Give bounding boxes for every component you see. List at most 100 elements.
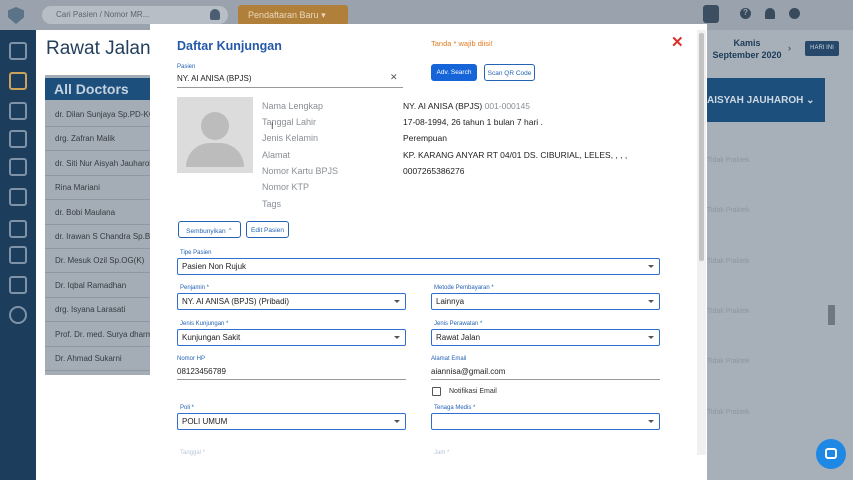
jenis-perawatan-label: Jenis Perawatan *	[434, 321, 483, 327]
bell-icon[interactable]	[765, 8, 775, 19]
sembunyikan-label: Sembunyikan	[186, 227, 226, 235]
nama-value: NY. AI ANISA (BPJS) 001-000145	[403, 101, 530, 111]
edit-pasien-button[interactable]: Edit Pasien	[246, 221, 289, 238]
chevron-down-icon	[648, 336, 654, 339]
monitor-icon[interactable]	[9, 130, 27, 148]
email-input[interactable]: aiannisa@gmail.com	[431, 367, 505, 376]
date-day: Kamis	[733, 38, 761, 48]
next-date-icon[interactable]: ›	[788, 43, 791, 53]
clipboard-icon[interactable]	[9, 276, 27, 294]
report-icon[interactable]	[9, 246, 27, 264]
jenis-kunjungan-select[interactable]: Kunjungan Sakit	[177, 329, 406, 346]
doctor-list-item[interactable]: dr. Siti Nur Aisyah Jauharoh	[45, 152, 150, 176]
tipe-pasien-value: Pasien Non Rujuk	[182, 262, 247, 271]
poli-select[interactable]: POLI UMUM	[177, 413, 406, 430]
doctor-list-item[interactable]: dr. Irawan S Chandra Sp.B	[45, 225, 150, 249]
penjamin-select[interactable]: NY. AI ANISA (BPJS) (Pribadi)	[177, 293, 406, 310]
patient-search-input[interactable]: Cari Pasien / Nomor MR...	[42, 6, 228, 24]
help-icon[interactable]: ?	[740, 8, 751, 19]
hari-ini-button[interactable]: HARI INI	[805, 41, 839, 56]
bpjs-value: 0007265386276	[403, 166, 465, 176]
jenis-kelamin-value: Perempuan	[403, 133, 447, 143]
doctor-list-item[interactable]: drg. Zafran Malik	[45, 127, 150, 152]
background-scroll-thumb[interactable]	[828, 305, 835, 325]
clear-pasien-icon[interactable]: ✕	[390, 72, 398, 83]
email-underline	[431, 379, 660, 380]
hp-input[interactable]: 08123456789	[177, 367, 226, 376]
chevron-down-icon	[648, 265, 654, 268]
jenis-perawatan-value: Rawat Jalan	[436, 333, 481, 342]
required-note: Tanda * wajib diisi!	[431, 39, 493, 48]
cash-icon[interactable]	[9, 220, 27, 238]
search-placeholder: Cari Pasien / Nomor MR...	[56, 10, 150, 19]
date-display: Kamis September 2020	[707, 34, 787, 66]
poli-label: Poli *	[180, 405, 195, 411]
cart-icon[interactable]	[9, 188, 27, 206]
hp-label: Nomor HP	[177, 356, 206, 362]
sidebar	[0, 30, 36, 480]
text-cursor-icon: I	[271, 121, 274, 131]
bed-icon[interactable]	[9, 102, 27, 120]
tenaga-medis-label: Tenaga Medis *	[434, 405, 476, 411]
scan-qr-button[interactable]: Scan QR Code	[484, 64, 535, 81]
modal-scroll-thumb[interactable]	[699, 33, 704, 261]
avatar-body-icon	[186, 143, 244, 167]
info-label: Nomor KTP	[262, 182, 310, 192]
tenaga-medis-select[interactable]	[431, 413, 660, 430]
alamat-value: KP. KARANG ANYAR RT 04/01 DS. CIBURIAL, …	[403, 150, 628, 160]
metode-select[interactable]: Lainnya	[431, 293, 660, 310]
modal-scrollbar[interactable]	[697, 30, 706, 455]
schedule-slot: Tidak Praktek	[707, 157, 750, 164]
close-icon[interactable]: ✕	[671, 33, 684, 51]
doctor-list-item[interactable]: Prof. Dr. med. Surya dharma	[45, 323, 150, 347]
notif-email-label: Notifikasi Email	[449, 388, 497, 395]
tipe-pasien-select[interactable]: Pasien Non Rujuk	[177, 258, 660, 275]
doctor-list-item[interactable]: Dr. Ahmad Sukarni	[45, 347, 150, 371]
pill-icon[interactable]	[9, 158, 27, 176]
info-label: Tags	[262, 199, 282, 209]
info-label: Jenis Kelamin	[262, 133, 319, 143]
metode-value: Lainnya	[436, 297, 465, 306]
chevron-down-icon	[394, 420, 400, 423]
doctor-list-item[interactable]: Rina Mariani	[45, 176, 150, 201]
doctor-list-item[interactable]: Dr. Iqbal Ramadhan	[45, 274, 150, 298]
jenis-perawatan-select[interactable]: Rawat Jalan	[431, 329, 660, 346]
doctor-list-item[interactable]: dr. Bobi Maulana	[45, 201, 150, 225]
doctor-avatar-icon	[703, 5, 719, 23]
adv-search-button[interactable]: Adv. Search	[431, 64, 477, 81]
schedule-slot: Tidak Praktek	[707, 358, 750, 365]
hp-underline	[177, 379, 406, 380]
info-label: Nomor Kartu BPJS	[262, 166, 339, 176]
poli-value: POLI UMUM	[182, 417, 228, 426]
sembunyikan-button[interactable]: Sembunyikan ⌃	[178, 221, 241, 238]
pendaftaran-baru-button[interactable]: Pendaftaran Baru ▾	[238, 5, 348, 25]
schedule-slot: Tidak Praktek	[707, 258, 750, 265]
pendaftaran-label: Pendaftaran Baru	[248, 10, 319, 20]
avatar-head-icon	[201, 112, 229, 140]
doctor-list-item[interactable]: drg. Isyana Larasati	[45, 298, 150, 323]
chevron-down-icon	[648, 420, 654, 423]
penjamin-label: Penjamin *	[180, 285, 210, 291]
account-icon[interactable]	[789, 8, 800, 19]
page-title: Rawat Jalan	[46, 38, 151, 59]
doctor-list-item[interactable]: dr. Dilan Sunjaya Sp.PD-KG	[45, 103, 150, 127]
doctor-list-item[interactable]: Dr. Mesuk Ozil Sp.OG(K)	[45, 249, 150, 274]
jam-label: Jam *	[434, 450, 450, 456]
email-label: Alamat Email	[431, 356, 467, 362]
pasien-input[interactable]: NY. AI ANISA (BPJS)	[177, 74, 252, 83]
calendar-icon[interactable]	[9, 72, 27, 90]
tgl-lahir-value: 17-08-1994, 26 tahun 1 bulan 7 hari .	[403, 117, 543, 127]
all-doctors-header[interactable]: All Doctors	[45, 78, 150, 100]
chat-icon	[825, 448, 837, 459]
schedule-slot: Tidak Praktek	[707, 409, 750, 416]
home-icon[interactable]	[9, 42, 27, 60]
settings-icon[interactable]	[9, 306, 27, 324]
schedule-slot: Tidak Praktek	[707, 308, 750, 315]
tanggal-label: Tanggal *	[180, 450, 206, 456]
tipe-pasien-label: Tipe Pasien	[180, 250, 212, 256]
chevron-down-icon	[394, 300, 400, 303]
notif-email-checkbox[interactable]	[432, 387, 441, 396]
doctor-column-name: AISYAH JAUHAROH	[707, 95, 804, 106]
mr-number: 001-000145	[484, 101, 530, 111]
chat-button[interactable]	[816, 439, 846, 469]
